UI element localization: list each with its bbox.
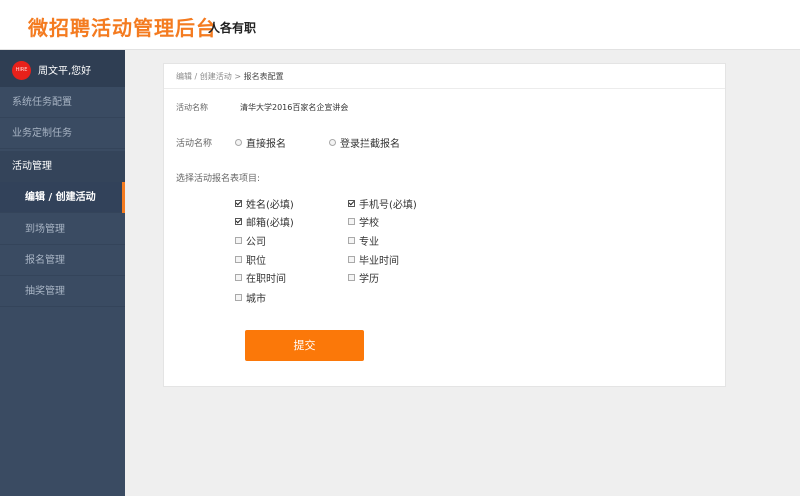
- checkbox-graduation-date[interactable]: 毕业时间: [348, 252, 399, 267]
- radio-button[interactable]: [235, 139, 242, 146]
- checkbox-label: 毕业时间: [359, 256, 399, 267]
- checkbox-label: 公司: [246, 237, 266, 248]
- checkbox[interactable]: [235, 256, 242, 263]
- checkbox[interactable]: [235, 200, 242, 207]
- radio-label: 直接报名: [246, 139, 286, 150]
- activity-name-label: 活动名称: [176, 103, 208, 112]
- fields-section-label: 选择活动报名表项目:: [176, 174, 261, 184]
- checkbox-name[interactable]: 姓名(必填): [235, 196, 294, 211]
- checkbox-education[interactable]: 学历: [348, 270, 379, 285]
- checkbox[interactable]: [348, 237, 355, 244]
- sidebar-item-activity-management[interactable]: 活动管理: [0, 151, 125, 182]
- checkbox-position[interactable]: 职位: [235, 252, 266, 267]
- checkbox-company[interactable]: 公司: [235, 233, 266, 248]
- checkbox[interactable]: [235, 237, 242, 244]
- sidebar-item-edit-create-activity[interactable]: 编辑 / 创建活动: [0, 182, 125, 213]
- app-tagline: 人各有职: [208, 21, 257, 35]
- sidebar-item-system-tasks[interactable]: 系统任务配置: [0, 87, 125, 118]
- checkbox-label: 姓名(必填): [246, 200, 294, 211]
- signup-type-label: 活动名称: [176, 139, 213, 149]
- checkbox-label: 学校: [359, 218, 379, 229]
- sidebar-item-registration[interactable]: 报名管理: [0, 245, 125, 276]
- radio-button[interactable]: [329, 139, 336, 146]
- checkbox-major[interactable]: 专业: [348, 233, 379, 248]
- checkbox-label: 在职时间: [246, 274, 286, 285]
- sidebar-item-label: 编辑 / 创建活动: [25, 192, 96, 203]
- form-card: 编辑 / 创建活动 > 报名表配置 活动名称 清华大学2016百家名企宣讲会 活…: [163, 63, 726, 387]
- sidebar-item-custom-tasks[interactable]: 业务定制任务: [0, 118, 125, 149]
- checkbox-label: 邮箱(必填): [246, 218, 294, 229]
- checkbox[interactable]: [348, 200, 355, 207]
- radio-label: 登录拦截报名: [340, 139, 400, 150]
- checkbox[interactable]: [348, 256, 355, 263]
- sidebar-item-attendance[interactable]: 到场管理: [0, 214, 125, 245]
- breadcrumb-current: 报名表配置: [243, 72, 284, 81]
- active-indicator: [122, 182, 125, 213]
- avatar[interactable]: HIRE: [12, 61, 31, 80]
- checkbox-email[interactable]: 邮箱(必填): [235, 214, 294, 229]
- app-brand-title: 微招聘活动管理后台: [28, 16, 217, 40]
- checkbox-label: 职位: [246, 256, 266, 267]
- radio-login-signup[interactable]: 登录拦截报名: [329, 135, 400, 150]
- checkbox[interactable]: [235, 218, 242, 225]
- sidebar-item-lottery[interactable]: 抽奖管理: [0, 276, 125, 307]
- checkbox[interactable]: [348, 218, 355, 225]
- breadcrumb-link[interactable]: 编辑 / 创建活动: [176, 72, 232, 81]
- radio-direct-signup[interactable]: 直接报名: [235, 135, 286, 150]
- checkbox-label: 城市: [246, 294, 266, 305]
- activity-name-value: 清华大学2016百家名企宣讲会: [240, 103, 349, 112]
- checkbox[interactable]: [235, 294, 242, 301]
- checkbox[interactable]: [235, 274, 242, 281]
- user-panel: HIRE 周文平,您好: [0, 50, 125, 87]
- checkbox-label: 学历: [359, 274, 379, 285]
- breadcrumb: 编辑 / 创建活动 > 报名表配置: [164, 64, 725, 89]
- checkbox-label: 专业: [359, 237, 379, 248]
- checkbox-phone[interactable]: 手机号(必填): [348, 196, 417, 211]
- top-header: 微招聘活动管理后台 人各有职: [0, 0, 800, 50]
- checkbox-label: 手机号(必填): [359, 200, 417, 211]
- checkbox-employment-duration[interactable]: 在职时间: [235, 270, 286, 285]
- sidebar: HIRE 周文平,您好 系统任务配置 业务定制任务 活动管理 编辑 / 创建活动…: [0, 50, 125, 496]
- checkbox-school[interactable]: 学校: [348, 214, 379, 229]
- checkbox[interactable]: [348, 274, 355, 281]
- breadcrumb-separator: >: [234, 72, 242, 81]
- user-greeting: 周文平,您好: [38, 66, 92, 77]
- submit-button[interactable]: 提交: [245, 330, 364, 361]
- checkbox-city[interactable]: 城市: [235, 290, 266, 305]
